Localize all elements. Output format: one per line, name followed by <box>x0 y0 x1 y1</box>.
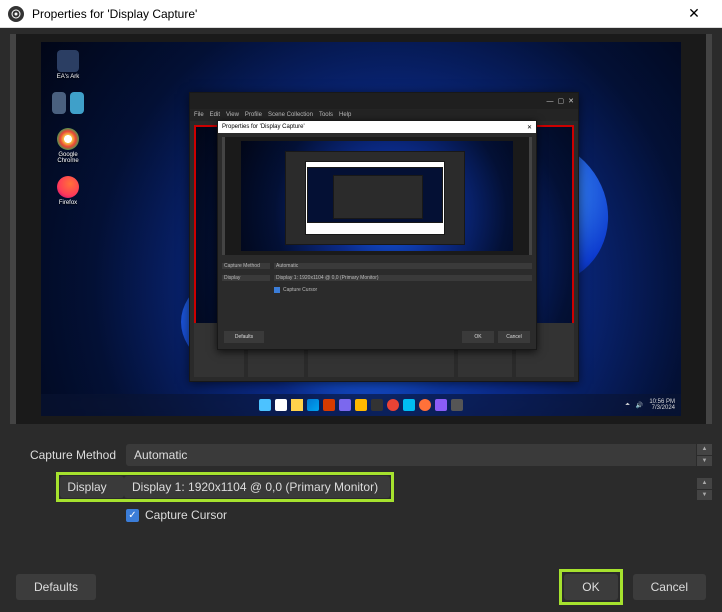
defaults-button[interactable]: Defaults <box>16 574 96 600</box>
capture-method-value: Automatic <box>134 448 187 462</box>
desktop-icon <box>51 92 85 116</box>
cancel-button[interactable]: Cancel <box>633 574 706 600</box>
desktop-icon: Firefox <box>51 176 85 206</box>
desktop-icons: EA's Ark Google Chrome Firefox <box>51 50 85 206</box>
obs-icon <box>8 6 24 22</box>
window-titlebar: Properties for 'Display Capture' ✕ <box>0 0 722 28</box>
stepper-icon[interactable]: ▲▼ <box>696 444 712 466</box>
preview-pane: EA's Ark Google Chrome Firefox — <box>10 34 712 424</box>
captured-desktop: EA's Ark Google Chrome Firefox — <box>41 42 681 416</box>
stepper-icon[interactable]: ▲▼ <box>696 478 712 500</box>
properties-form: Capture Method Automatic ▲▼ Display Disp… <box>10 436 712 522</box>
close-button[interactable]: ✕ <box>674 5 714 22</box>
capture-cursor-label: Capture Cursor <box>145 508 227 522</box>
capture-method-select[interactable]: Automatic ▲▼ <box>126 444 712 466</box>
ok-button-highlight: OK <box>559 569 622 605</box>
taskbar: ⏶ 🔊 10:56 PM 7/3/2024 <box>41 394 681 416</box>
ok-button[interactable]: OK <box>564 574 617 600</box>
capture-method-label: Capture Method <box>10 448 126 462</box>
capture-cursor-checkbox[interactable]: ✓ <box>126 509 139 522</box>
dialog-footer: Defaults OK Cancel <box>0 562 722 612</box>
desktop-icon: EA's Ark <box>51 50 85 80</box>
desktop-icon: Google Chrome <box>51 128 85 164</box>
window-title: Properties for 'Display Capture' <box>32 7 674 21</box>
nested-properties-dialog: Properties for 'Display Capture' ✕ Captu… <box>217 120 537 350</box>
